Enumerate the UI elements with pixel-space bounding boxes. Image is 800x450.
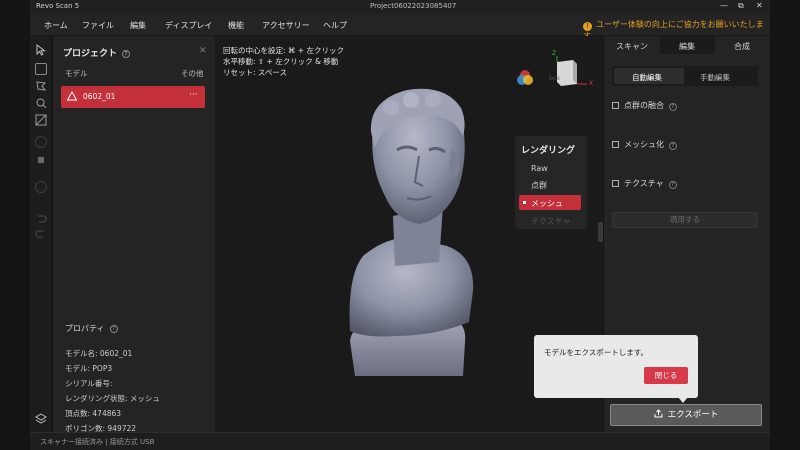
fill-hole-icon[interactable] [35,136,47,148]
checkbox[interactable] [612,102,619,109]
menu-home[interactable]: ホーム [44,20,68,31]
render-mesh[interactable]: メッシュ [519,195,581,210]
model-list-item[interactable]: 0602_01 ··· [61,86,205,108]
selected-dot-icon [523,201,526,204]
close-window-button[interactable]: ✕ [756,1,763,10]
warning-icon [67,91,77,101]
color-wheel-icon[interactable] [515,68,535,88]
info-icon[interactable]: ? [122,50,131,58]
menu-display[interactable]: ディスプレイ [165,20,212,31]
panel-collapse-handle[interactable] [598,222,603,242]
option-point-fusion[interactable]: 点群の融合? [612,100,677,111]
info-icon[interactable]: ? [669,142,677,150]
export-icon [654,409,663,418]
info-icon[interactable]: ? [669,103,677,111]
project-header: プロジェクト? [63,46,131,59]
prop-serial: シリアル番号: [65,379,113,388]
tab-scan[interactable]: スキャン [616,41,648,52]
lasso-select-icon[interactable] [35,80,47,92]
delete-selection-icon[interactable] [38,157,44,163]
menu-help[interactable]: ヘルプ [323,20,347,31]
tab-merge[interactable]: 合成 [734,41,750,52]
project-panel: プロジェクト? ✕ モデル その他 0602_01 ··· プロパティ? モデル… [53,36,215,433]
prop-model-name: モデル名: 0602_01 [65,349,133,358]
layers-icon[interactable] [35,413,47,425]
hint-pan: 水平移動: ⇧ + 左クリック & 移動 [223,57,339,66]
notice-icon: ! [583,22,592,31]
minimize-button[interactable]: — [720,1,728,10]
export-button[interactable]: エクスポート [610,404,762,426]
export-label: エクスポート [667,410,719,420]
axis-x-label: X [589,80,594,87]
close-panel-icon[interactable]: ✕ [199,46,207,56]
menu-function[interactable]: 機能 [228,20,244,31]
project-panel-title: プロジェクト [63,49,118,59]
scanned-bust-model[interactable] [335,86,515,386]
smooth-icon[interactable] [35,181,47,193]
select-arrow-icon[interactable] [35,44,47,56]
edit-mode-tabs: 自動編集 手動編集 [612,66,758,86]
menu-bar: ホーム ファイル 編集 ディスプレイ 機能 アクセサリー ヘルプ ! ユーザー体験… [30,14,770,41]
maximize-button[interactable]: ⧉ [738,1,744,11]
properties-title: プロパティ [65,324,105,333]
status-bar: スキャナー接続済み | 接続方式 USB [30,432,770,450]
subtab-auto-edit[interactable]: 自動編集 [614,68,684,84]
popup-message: モデルをエクスポートします。 [544,348,649,357]
model-name: 0602_01 [83,92,116,101]
brush-select-icon[interactable] [35,97,47,109]
app-title: Revo Scan 5 [36,2,80,10]
checkbox[interactable] [612,180,619,187]
popup-close-button[interactable]: 閉じる [644,367,688,384]
menu-accessory[interactable]: アクセサリー [262,20,310,31]
project-title: Project06022023085407 [370,2,457,10]
invert-select-icon[interactable] [35,114,47,126]
info-icon[interactable]: ? [668,181,677,189]
option-meshing[interactable]: メッシュ化? [612,139,677,150]
more-options-icon[interactable]: ··· [189,90,198,100]
menu-file[interactable]: ファイル [82,20,114,31]
undo-icon[interactable] [35,212,47,224]
box-select-icon[interactable] [35,63,47,75]
redo-icon[interactable] [35,227,47,239]
export-popup: モデルをエクスポートします。 閉じる [534,335,698,398]
render-raw[interactable]: Raw [531,164,548,173]
option-texture[interactable]: テクスチャ? [612,178,677,189]
axis-z-label: Z [552,50,557,57]
prop-render-state: レンダリング状態: メッシュ [65,394,160,403]
view-cube-label: BACK [549,76,560,81]
properties-header: プロパティ? [65,323,118,334]
prop-vertices: 頂点数: 474863 [65,409,122,418]
render-point-cloud[interactable]: 点群 [531,180,547,191]
tool-bar [30,36,52,432]
hint-reset: リセット: スペース [223,68,288,77]
hint-rotate: 回転の中心を設定: ⌘ + 左クリック [223,46,344,55]
render-texture[interactable]: テクスチャ [531,216,571,227]
apply-button[interactable]: 適用する [612,212,758,228]
popup-pointer [678,397,688,403]
properties-info-icon[interactable]: ? [109,325,118,333]
model-header: モデル [65,69,88,78]
others-header[interactable]: その他 [181,68,204,79]
prop-model: モデル: POP3 [65,364,113,373]
tab-edit[interactable]: 編集 [660,36,715,54]
rendering-panel: レンダリング Raw 点群 メッシュ テクスチャ [515,136,587,229]
menu-edit[interactable]: 編集 [130,20,146,31]
title-bar: Revo Scan 5 Project06022023085407 — ⧉ ✕ [30,0,770,14]
connection-status: スキャナー接続済み | 接続方式 USB [40,438,155,446]
checkbox[interactable] [612,141,619,148]
subtab-manual-edit[interactable]: 手動編集 [700,72,730,83]
rendering-title: レンダリング [521,146,576,156]
